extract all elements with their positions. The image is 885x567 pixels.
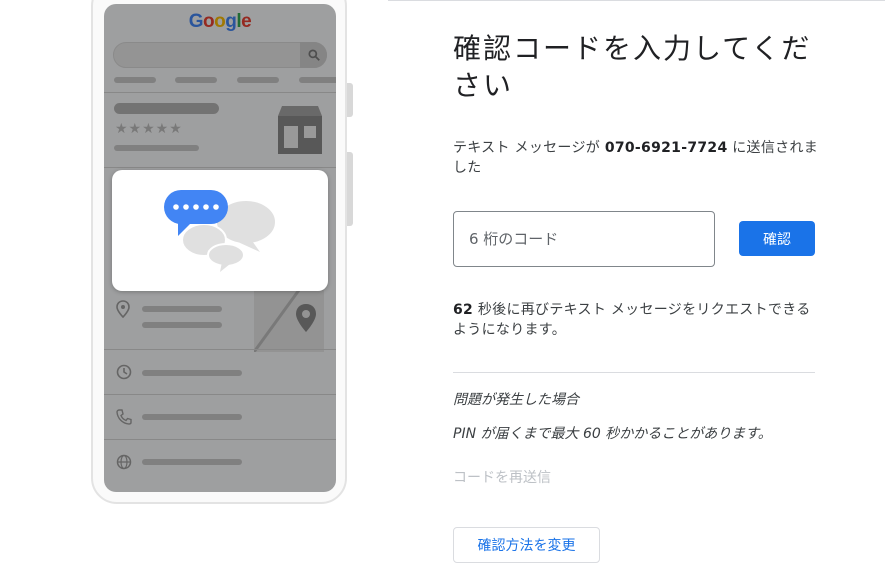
verification-page: Google ★★★★★ 確認コードを入力してください テキスト メッセージが …	[0, 0, 885, 567]
countdown-text: 秒後に再びテキスト メッセージをリクエストできるようになります。	[453, 302, 811, 338]
phone-side-button	[347, 152, 353, 226]
resend-code-link[interactable]: コードを再送信	[453, 467, 551, 487]
sms-sent-prefix: テキスト メッセージが	[453, 140, 605, 156]
confirm-button[interactable]: 確認	[739, 221, 815, 256]
trouble-heading: 問題が発生した場合	[453, 392, 579, 408]
sms-sent-description: テキスト メッセージが 070-6921-7724 に送信されました	[453, 138, 825, 178]
countdown-seconds: 62	[453, 302, 474, 318]
change-method-button[interactable]: 確認方法を変更	[453, 527, 600, 563]
message-dialog-illustration	[112, 170, 328, 291]
phone-number: 070-6921-7724	[604, 140, 728, 156]
trouble-text: PIN が届くまで最大 60 秒かかることがあります。	[453, 426, 772, 442]
phone-side-button	[347, 83, 353, 117]
page-title: 確認コードを入力してください	[453, 32, 812, 102]
top-divider	[388, 0, 885, 1]
chat-bubbles-icon	[164, 190, 277, 272]
resend-countdown: 62 秒後に再びテキスト メッセージをリクエストできるようになります。	[453, 300, 818, 340]
verification-code-input[interactable]	[453, 211, 715, 267]
section-divider	[453, 372, 815, 373]
